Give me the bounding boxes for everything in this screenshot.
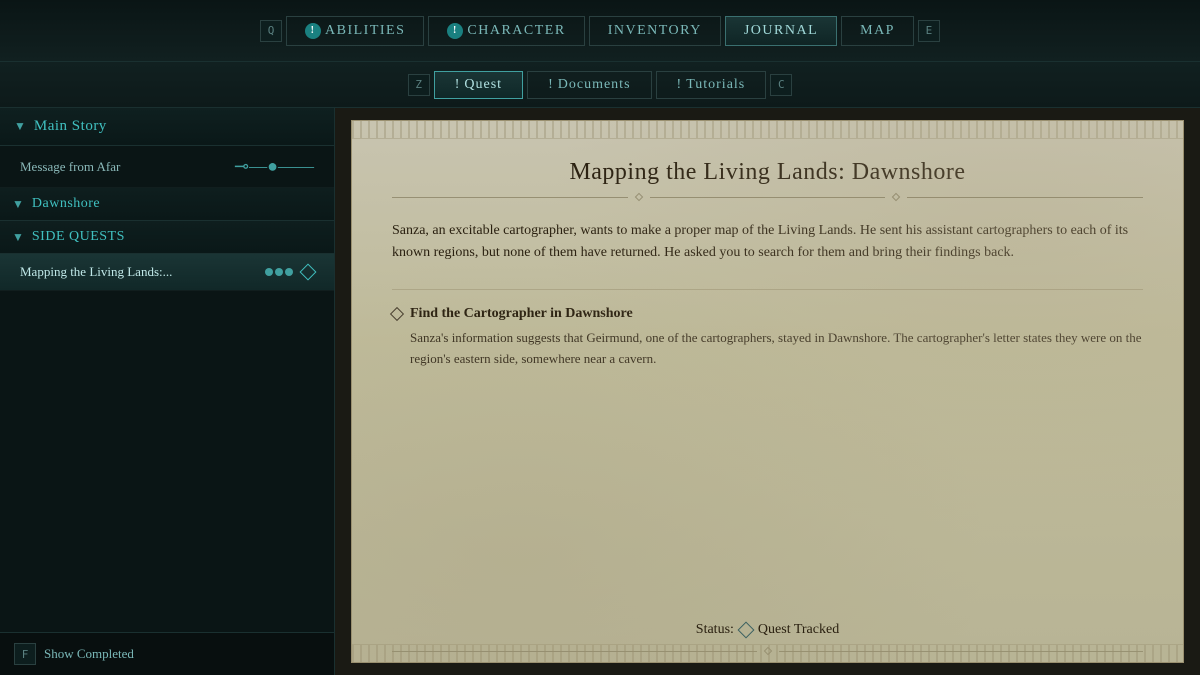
dot-1 bbox=[265, 268, 273, 276]
quest-label: Quest bbox=[464, 77, 502, 93]
z-keybind: Z bbox=[408, 74, 430, 96]
journal-divider-top bbox=[392, 194, 1143, 200]
abilities-exclaim: ! bbox=[305, 23, 321, 39]
tutorials-label: Tutorials bbox=[686, 77, 745, 93]
journal-content: Mapping the Living Lands: Dawnshore Sanz… bbox=[352, 139, 1183, 644]
divider-line-right bbox=[907, 197, 1143, 198]
c-keybind: C bbox=[770, 74, 792, 96]
dot-2 bbox=[275, 268, 283, 276]
character-exclaim: ! bbox=[447, 23, 463, 39]
journal-border-bottom bbox=[352, 644, 1183, 662]
abilities-label: ABILITIES bbox=[325, 23, 405, 39]
divider-diamond-1 bbox=[634, 193, 642, 201]
top-nav: Q ! ABILITIES ! CHARACTER INVENTORY JOUR… bbox=[0, 0, 1200, 62]
quest-item-mapping[interactable]: Mapping the Living Lands:... bbox=[0, 254, 334, 291]
main-story-title: Main Story bbox=[34, 118, 107, 135]
subtab-tutorials[interactable]: ! Tutorials bbox=[656, 71, 767, 99]
quest-exclaim: ! bbox=[455, 77, 461, 93]
side-quests-title: SIDE QUESTS bbox=[32, 229, 125, 245]
quest-name-mapping: Mapping the Living Lands:... bbox=[20, 264, 265, 280]
side-quests-section[interactable]: ▼ SIDE QUESTS bbox=[0, 221, 334, 254]
show-completed-label: Show Completed bbox=[44, 646, 134, 662]
character-label: CHARACTER bbox=[467, 23, 565, 39]
objective-diamond-icon bbox=[390, 307, 404, 321]
journal-status: Status: Quest Tracked bbox=[352, 622, 1183, 638]
journal-body-text: Sanza, an excitable cartographer, wants … bbox=[392, 220, 1143, 265]
divider-line-mid bbox=[650, 197, 886, 198]
divider-diamond-2 bbox=[892, 193, 900, 201]
subtab-documents[interactable]: ! Documents bbox=[527, 71, 651, 99]
e-keybind: E bbox=[918, 20, 940, 42]
journal-label: JOURNAL bbox=[744, 23, 818, 39]
dot-3 bbox=[285, 268, 293, 276]
slider-icon: ⊸—●—— bbox=[234, 156, 314, 177]
status-diamond-icon bbox=[737, 622, 754, 639]
journal-title: Mapping the Living Lands: Dawnshore bbox=[392, 159, 1143, 186]
tutorials-exclaim: ! bbox=[677, 77, 683, 93]
dawnshore-chevron: ▼ bbox=[12, 197, 24, 212]
left-panel: ▼ Main Story Message from Afar ⊸—●—— ▼ D… bbox=[0, 108, 335, 675]
q-keybind: Q bbox=[260, 20, 282, 42]
quest-name-message-afar: Message from Afar bbox=[20, 159, 234, 175]
quest-icons: ⊸—●—— bbox=[234, 156, 314, 177]
tab-map[interactable]: MAP bbox=[841, 16, 914, 46]
right-panel: Mapping the Living Lands: Dawnshore Sanz… bbox=[335, 108, 1200, 675]
main-story-chevron: ▼ bbox=[14, 119, 26, 134]
main-layout: ▼ Main Story Message from Afar ⊸—●—— ▼ D… bbox=[0, 108, 1200, 675]
divider-line-left bbox=[392, 197, 628, 198]
bottom-bar: F Show Completed bbox=[0, 632, 334, 675]
objective-body-text: Sanza's information suggests that Geirmu… bbox=[392, 328, 1143, 370]
objective-header: Find the Cartographer in Dawnshore bbox=[392, 306, 1143, 322]
documents-label: Documents bbox=[558, 77, 631, 93]
main-story-header[interactable]: ▼ Main Story bbox=[0, 108, 334, 146]
subtab-quest[interactable]: ! Quest bbox=[434, 71, 523, 99]
inventory-label: INVENTORY bbox=[608, 23, 702, 39]
journal-separator bbox=[392, 289, 1143, 290]
f-keybind: F bbox=[14, 643, 36, 665]
track-diamond-icon bbox=[300, 264, 317, 281]
journal-page: Mapping the Living Lands: Dawnshore Sanz… bbox=[351, 120, 1184, 663]
side-quests-chevron: ▼ bbox=[12, 230, 24, 245]
quest-item-message-afar[interactable]: Message from Afar ⊸—●—— bbox=[0, 146, 334, 188]
map-label: MAP bbox=[860, 23, 895, 39]
tab-abilities[interactable]: ! ABILITIES bbox=[286, 16, 424, 46]
tab-journal[interactable]: JOURNAL bbox=[725, 16, 837, 46]
documents-exclaim: ! bbox=[548, 77, 554, 93]
dawnshore-title: Dawnshore bbox=[32, 196, 100, 212]
tab-inventory[interactable]: INVENTORY bbox=[589, 16, 721, 46]
status-value: Quest Tracked bbox=[758, 622, 839, 638]
journal-border-top bbox=[352, 121, 1183, 139]
quest-icons-mapping bbox=[265, 266, 314, 278]
status-label: Status: bbox=[696, 622, 734, 638]
tab-character[interactable]: ! CHARACTER bbox=[428, 16, 584, 46]
quest-dots bbox=[265, 268, 293, 276]
sub-nav: Z ! Quest ! Documents ! Tutorials C bbox=[0, 62, 1200, 108]
objective-header-text: Find the Cartographer in Dawnshore bbox=[410, 306, 633, 322]
dawnshore-section[interactable]: ▼ Dawnshore bbox=[0, 188, 334, 221]
quest-objective: Find the Cartographer in Dawnshore Sanza… bbox=[392, 306, 1143, 370]
